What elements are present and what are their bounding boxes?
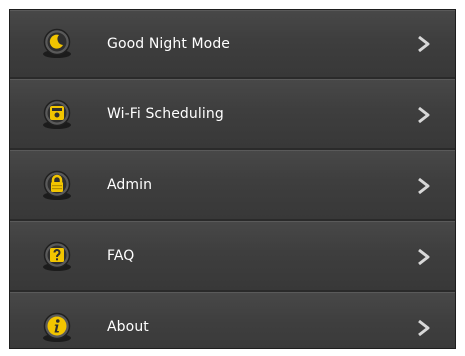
menu-item-label: FAQ [107,248,135,264]
menu-item-label: Admin [107,177,153,193]
menu-item-label: Good Night Mode [107,36,231,52]
calendar-icon [40,98,74,132]
chevron-right-icon [417,319,431,337]
settings-menu: Good Night Mode Wi-Fi Scheduling Admin F… [9,9,456,349]
question-icon [40,240,74,274]
chevron-right-icon [417,248,431,266]
chevron-right-icon [417,177,431,195]
menu-item-label: Wi-Fi Scheduling [107,106,224,122]
menu-item-faq[interactable]: FAQ [10,221,455,292]
chevron-right-icon [417,106,431,124]
chevron-right-icon [417,35,431,53]
menu-item-wifi-scheduling[interactable]: Wi-Fi Scheduling [10,79,455,150]
menu-item-label: About [107,319,149,335]
menu-item-about[interactable]: About [10,292,455,348]
info-icon [40,311,74,345]
lock-icon [40,169,74,203]
menu-item-good-night-mode[interactable]: Good Night Mode [10,10,455,79]
moon-icon [40,27,74,61]
menu-item-admin[interactable]: Admin [10,150,455,221]
